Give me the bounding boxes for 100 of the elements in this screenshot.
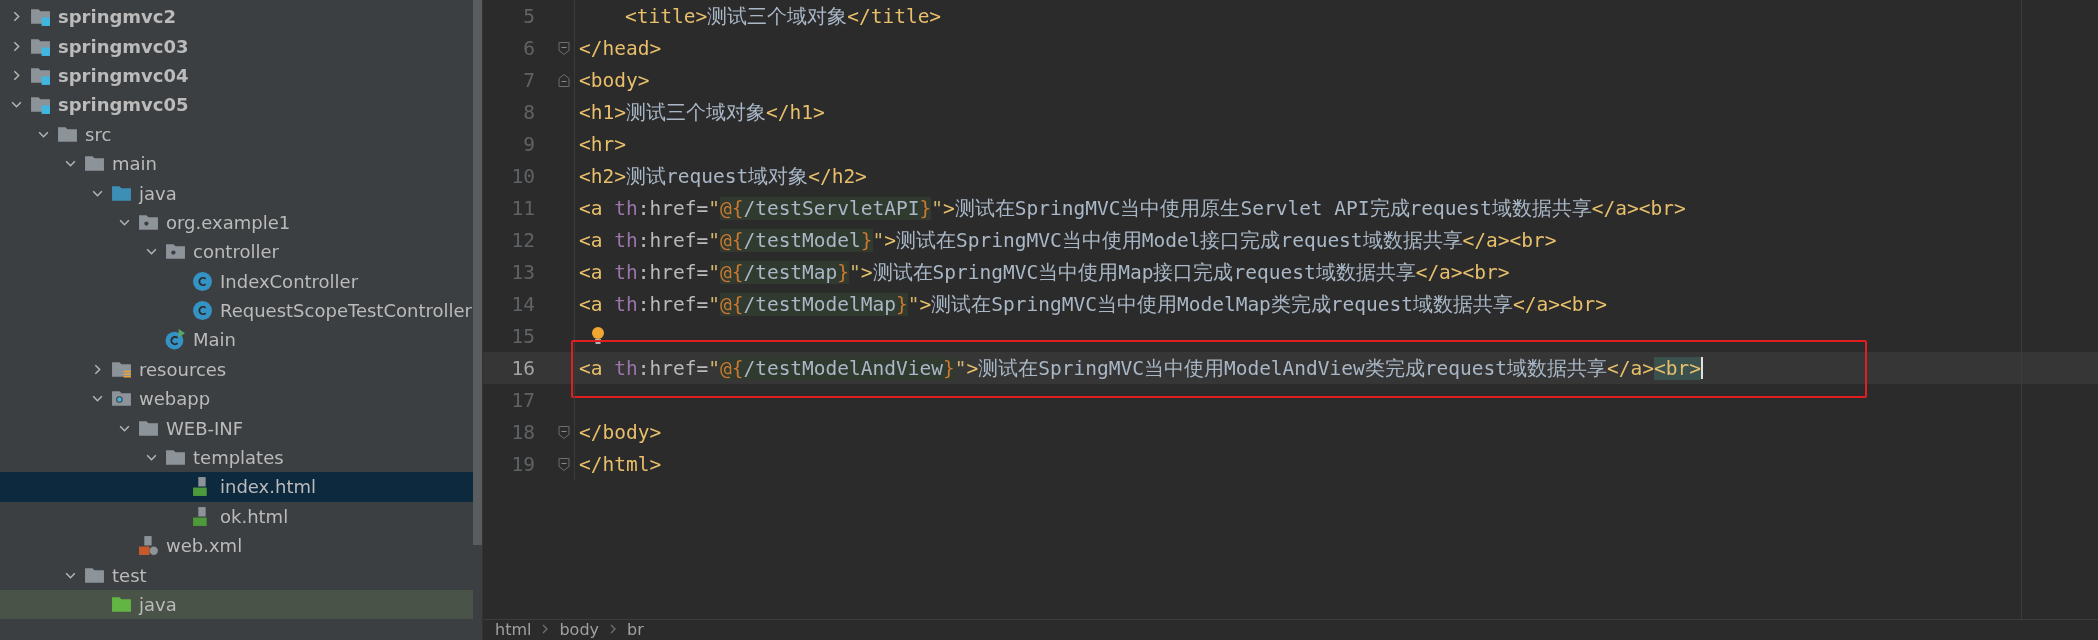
line-number: 16 <box>510 356 535 380</box>
namespace-token: th <box>614 196 638 220</box>
tree-item[interactable]: IndexController <box>0 266 473 296</box>
tag-token: <title> <box>625 4 708 28</box>
tree-item[interactable]: springmvc2 <box>0 2 473 32</box>
expression-brace: } <box>896 292 908 316</box>
attribute-token: :href= <box>637 292 709 316</box>
tag-token: </h2> <box>808 164 867 188</box>
tree-item-label: src <box>85 123 112 145</box>
expression-brace: @{ <box>719 292 744 316</box>
lightbulb-icon[interactable] <box>591 326 605 346</box>
quote-token: " <box>849 260 861 284</box>
line-number: 6 <box>522 36 535 60</box>
line-number: 18 <box>510 420 535 444</box>
quote-token: " <box>907 292 920 316</box>
tree-item-label: springmvc05 <box>58 94 189 116</box>
line-number: 12 <box>510 228 535 252</box>
tree-item[interactable]: springmvc03 <box>0 31 473 61</box>
line-number: 5 <box>522 4 535 28</box>
runnable-class-icon <box>165 329 186 351</box>
url-path-token: /testServletAPI <box>743 196 920 220</box>
tag-token: </a><br> <box>1591 196 1686 220</box>
tree-item[interactable]: main <box>0 148 473 179</box>
tree-item-label: springmvc2 <box>58 6 177 28</box>
tree-item[interactable]: resources <box>0 354 473 385</box>
line-number: 15 <box>510 324 535 348</box>
tree-item[interactable]: test <box>0 560 473 590</box>
tag-token: > <box>943 196 955 220</box>
tag-token: <a <box>579 292 604 316</box>
line-number: 8 <box>522 100 535 124</box>
line-number: 19 <box>510 452 535 476</box>
tree-item[interactable]: src <box>0 119 473 149</box>
tree-item[interactable]: java <box>0 178 473 208</box>
namespace-token: th <box>614 228 638 252</box>
tree-item[interactable]: controller <box>0 237 473 267</box>
fold-marker-icon[interactable] <box>558 424 570 440</box>
breadcrumb-item[interactable]: br <box>627 620 644 639</box>
tree-item[interactable]: webapp <box>0 384 473 414</box>
text-token: 测试request域对象 <box>625 163 809 190</box>
scrollbar-thumb[interactable] <box>473 0 482 545</box>
tree-item[interactable]: WEB-INF <box>0 413 473 443</box>
tree-item-label: templates <box>193 447 284 469</box>
tree-item-label: WEB-INF <box>166 417 244 439</box>
tree-item[interactable]: ok.html <box>0 501 473 532</box>
fold-marker-icon[interactable] <box>558 456 570 472</box>
tag-token: > <box>919 292 932 316</box>
line-number: 10 <box>510 164 535 188</box>
tag-token: <h2> <box>579 164 626 188</box>
tree-item[interactable]: springmvc04 <box>0 60 473 91</box>
breadcrumb-item[interactable]: html <box>495 620 532 639</box>
breadcrumb-item[interactable]: body <box>559 620 600 639</box>
quote-token: " <box>708 356 720 380</box>
tree-item-label: ok.html <box>220 505 289 527</box>
tree-item[interactable]: org.example1 <box>0 207 473 238</box>
fold-marker-icon[interactable] <box>558 40 570 56</box>
tree-item-label: resources <box>139 358 227 380</box>
tree-item[interactable]: web.xml <box>0 531 473 561</box>
tag-token: > <box>860 260 873 284</box>
code-editor[interactable] <box>483 0 2098 640</box>
tree-item[interactable]: java <box>0 589 473 620</box>
quote-token: " <box>931 196 943 220</box>
expression-brace: @{ <box>719 196 744 220</box>
text-token: 测试三个域对象 <box>707 3 848 30</box>
attribute-token: :href= <box>637 228 709 252</box>
url-path-token: /testModel <box>743 228 861 252</box>
tag-token: <a <box>579 356 604 380</box>
line-number: 14 <box>510 292 535 316</box>
tag-token: <hr> <box>579 132 626 156</box>
class-icon <box>192 270 213 292</box>
tag-token: </a> <box>1607 356 1654 380</box>
tag-token: <a <box>579 196 604 220</box>
tag-token: </body> <box>579 420 662 444</box>
url-path-token: /testMap <box>743 260 838 284</box>
tree-item[interactable]: Main <box>0 325 473 355</box>
tree-item-label: IndexController <box>220 270 359 292</box>
matched-tag: <br> <box>1653 356 1701 380</box>
line-number: 13 <box>510 260 535 284</box>
fold-marker-icon[interactable] <box>558 72 570 88</box>
tree-item[interactable]: RequestScopeTestController <box>0 295 473 326</box>
tree-item-label: RequestScopeTestController <box>220 300 472 322</box>
quote-token: " <box>708 196 720 220</box>
quote-token: " <box>872 228 885 252</box>
tree-item[interactable]: springmvc05 <box>0 90 473 120</box>
class-icon <box>192 300 213 322</box>
breadcrumb-separator-icon <box>609 623 618 635</box>
namespace-token: th <box>614 292 638 316</box>
tree-item[interactable]: index.html <box>0 472 473 502</box>
tag-token: </title> <box>847 4 942 28</box>
quote-token: " <box>708 228 720 252</box>
tag-token: </a><br> <box>1462 228 1557 252</box>
expression-brace: @{ <box>719 356 744 380</box>
tag-token: </h1> <box>765 100 825 124</box>
tag-token: <a <box>579 260 604 284</box>
tree-item-label: controller <box>193 241 279 263</box>
tree-item[interactable]: templates <box>0 442 473 473</box>
text-token: 测试在SpringMVC当中使用ModelAndView类完成request域数据共享 <box>978 355 1607 382</box>
tag-token: > <box>884 228 897 252</box>
tag-token: <h1> <box>579 100 626 124</box>
tree-item-label: webapp <box>139 388 211 410</box>
tag-token: </a><br> <box>1415 260 1510 284</box>
